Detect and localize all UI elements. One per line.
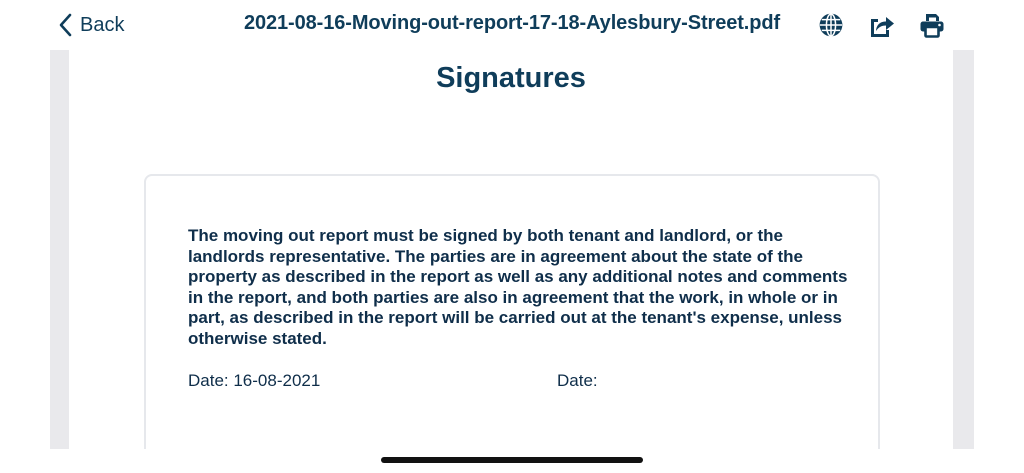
pdf-page[interactable]: Signatures The moving out report must be… <box>69 50 953 449</box>
tenant-date: Date: 16-08-2021 <box>188 371 321 390</box>
back-button[interactable]: Back <box>58 10 124 40</box>
home-indicator[interactable] <box>381 457 643 463</box>
print-icon[interactable] <box>918 11 946 39</box>
share-icon[interactable] <box>867 11 895 39</box>
back-label: Back <box>80 13 125 36</box>
document-title: 2021-08-16-Moving-out-report-17-18-Ayles… <box>243 12 781 34</box>
navigation-bar: Back 2021-08-16-Moving-out-report-17-18-… <box>0 0 1024 50</box>
pdf-viewer-screen: Back 2021-08-16-Moving-out-report-17-18-… <box>0 0 1024 473</box>
signature-card: The moving out report must be signed by … <box>144 174 880 449</box>
landlord-date: Date: <box>557 371 598 390</box>
globe-icon[interactable] <box>817 11 845 39</box>
agreement-text: The moving out report must be signed by … <box>188 226 848 348</box>
pdf-viewer[interactable]: Signatures The moving out report must be… <box>50 50 974 449</box>
chevron-left-icon <box>58 13 72 37</box>
page-heading: Signatures <box>436 62 586 94</box>
